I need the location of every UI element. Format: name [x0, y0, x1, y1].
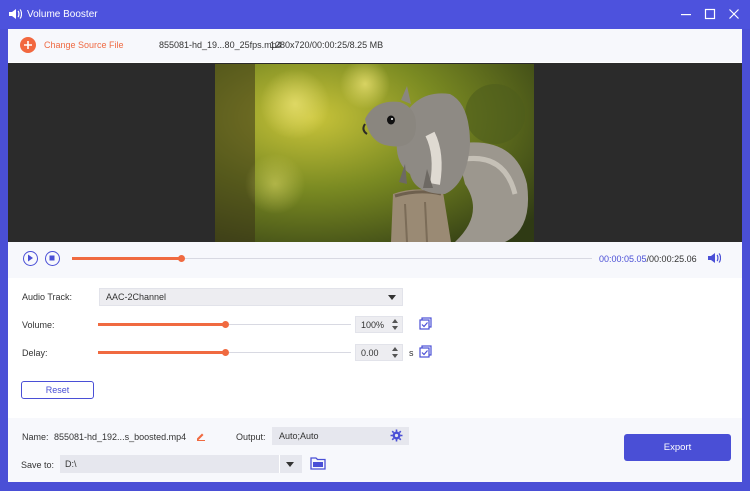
play-button[interactable] — [23, 251, 38, 266]
volume-slider-handle[interactable] — [221, 321, 229, 328]
volume-label: Volume: — [22, 320, 55, 330]
export-button[interactable]: Export — [624, 434, 731, 461]
apply-volume-icon[interactable] — [419, 317, 432, 330]
volume-booster-app-icon — [8, 8, 23, 23]
playback-progress-handle[interactable] — [178, 255, 186, 262]
close-icon — [729, 9, 739, 19]
volume-value[interactable]: 100% — [361, 320, 384, 330]
stop-button[interactable] — [45, 251, 60, 266]
reset-button[interactable]: Reset — [21, 381, 94, 399]
maximize-icon — [704, 8, 716, 20]
change-source-link[interactable]: Change Source File — [44, 40, 124, 50]
title-bar: Volume Booster — [0, 0, 750, 29]
delay-slider-fill — [98, 351, 225, 354]
delay-slider-handle[interactable] — [221, 349, 229, 356]
volume-slider-fill — [98, 323, 225, 326]
apply-delay-icon[interactable] — [419, 345, 432, 358]
minimize-icon — [681, 14, 691, 16]
speaker-icon[interactable] — [707, 252, 722, 267]
chevron-down-icon[interactable] — [286, 462, 294, 467]
playback-bar: 00:00:05.05/00:00:25.06 — [8, 242, 742, 278]
change-source-button[interactable] — [20, 37, 36, 53]
select-divider — [279, 455, 280, 473]
stepper-up-icon[interactable] — [392, 319, 398, 323]
save-to-label: Save to: — [21, 460, 55, 470]
name-label: Name: — [22, 432, 49, 442]
save-path-value: D:\ — [65, 459, 77, 469]
output-format-field[interactable]: Auto;Auto — [272, 427, 409, 445]
audio-track-select[interactable]: AAC-2Channel — [99, 288, 403, 306]
audio-track-value: AAC-2Channel — [106, 292, 167, 302]
audio-track-label: Audio Track: — [22, 292, 73, 302]
video-preview — [8, 63, 742, 242]
stepper-down-icon[interactable] — [392, 326, 398, 330]
delay-unit: s — [409, 348, 414, 358]
minimize-button[interactable] — [676, 5, 696, 23]
save-path-select[interactable]: D:\ — [60, 455, 302, 473]
stepper-up-icon[interactable] — [392, 347, 398, 351]
volume-slider[interactable] — [98, 321, 351, 328]
chevron-down-icon — [388, 295, 396, 300]
maximize-button[interactable] — [700, 5, 720, 23]
plus-icon — [24, 41, 32, 49]
playback-progress-fill — [72, 257, 182, 260]
source-file-name: 855081-hd_19...80_25fps.mp4 — [159, 40, 282, 50]
stop-icon — [49, 255, 55, 261]
window-title: Volume Booster — [27, 9, 98, 20]
video-frame-squirrel — [215, 64, 534, 242]
volume-stepper[interactable]: 100% — [355, 316, 403, 333]
close-button[interactable] — [724, 5, 744, 23]
output-label: Output: — [236, 432, 266, 442]
output-file-name: 855081-hd_192...s_boosted.mp4 — [54, 432, 187, 442]
delay-slider[interactable] — [98, 349, 351, 356]
delay-value[interactable]: 0.00 — [361, 348, 379, 358]
gear-icon[interactable] — [390, 429, 403, 445]
timecode: 00:00:05.05/00:00:25.06 — [599, 254, 697, 264]
pencil-icon[interactable] — [196, 431, 206, 444]
current-time: 00:00:05.05 — [599, 254, 647, 264]
output-bar: Name: 855081-hd_192...s_boosted.mp4 Outp… — [8, 418, 742, 482]
main-window: Change Source File 855081-hd_19...80_25f… — [8, 29, 742, 482]
audio-settings-panel: Audio Track: AAC-2Channel Volume: 100% D… — [8, 278, 742, 418]
output-format-value: Auto;Auto — [279, 431, 319, 441]
delay-label: Delay: — [22, 348, 48, 358]
stepper-down-icon[interactable] — [392, 354, 398, 358]
playback-progress[interactable] — [72, 255, 592, 262]
folder-icon[interactable] — [310, 456, 326, 473]
total-time: /00:00:25.06 — [646, 254, 697, 264]
delay-stepper[interactable]: 0.00 — [355, 344, 403, 361]
play-icon — [28, 254, 33, 262]
source-file-info: 1280x720/00:00:25/8.25 MB — [270, 40, 384, 50]
source-bar: Change Source File 855081-hd_19...80_25f… — [8, 29, 742, 62]
